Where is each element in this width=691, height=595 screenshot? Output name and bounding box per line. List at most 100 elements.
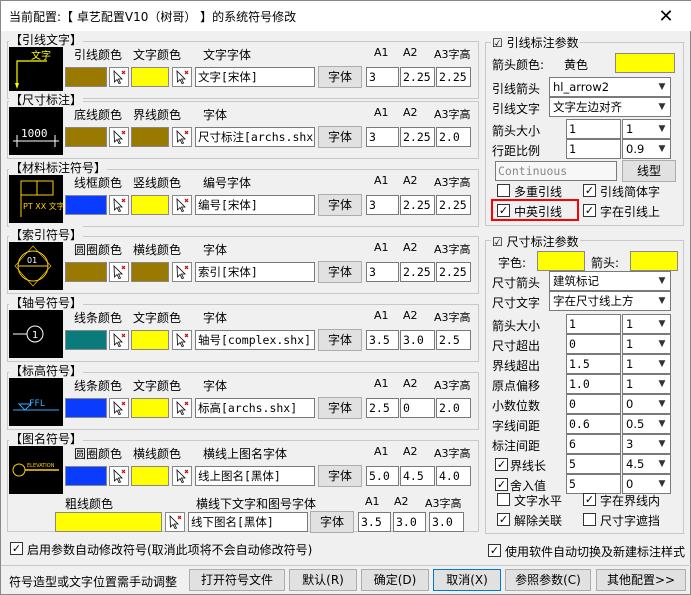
cn-en-leader-checkbox[interactable]: ✓ [497, 204, 510, 217]
a1-input[interactable]: 5.0 [366, 466, 399, 486]
a2-input[interactable]: 4.5 [400, 466, 435, 486]
a2-input[interactable]: 2.25 [400, 67, 435, 87]
font-button[interactable]: 字体 [318, 194, 362, 216]
color2-swatch[interactable] [131, 466, 169, 486]
auto-switch-checkbox[interactable]: ✓ [488, 544, 501, 557]
color2-swatch[interactable] [131, 127, 169, 147]
font-input[interactable]: 索引[宋体] [195, 262, 315, 282]
font-input[interactable]: 编号[宋体] [195, 195, 315, 215]
color1-swatch[interactable] [65, 262, 107, 282]
a3-input[interactable]: 2.0 [436, 398, 471, 418]
a3-input[interactable]: 2.25 [436, 195, 471, 215]
dim-row-select[interactable]: 1 ▼ [622, 334, 671, 354]
a1-input[interactable]: 2.5 [366, 398, 399, 418]
a1-input[interactable]: 3 [366, 127, 399, 147]
color2-swatch[interactable] [131, 67, 169, 87]
dim-row-input[interactable]: 1 [566, 314, 621, 334]
color-picker-icon[interactable] [109, 195, 129, 215]
dim-row-input[interactable]: 5 [566, 474, 621, 494]
dim-row-select[interactable]: 0.5 ▼ [622, 414, 671, 434]
a3-input[interactable]: 2.25 [436, 67, 471, 87]
text-horizontal-checkbox[interactable] [497, 493, 510, 506]
color-picker-icon[interactable] [109, 127, 129, 147]
font-button[interactable]: 字体 [318, 465, 362, 487]
cancel-button[interactable]: 取消(X) [433, 569, 501, 591]
dim-row-input[interactable]: 1.5 [566, 354, 621, 374]
color-picker-icon[interactable] [172, 195, 192, 215]
a3-input[interactable]: 2.5 [436, 330, 471, 350]
text-on-leader-checkbox[interactable]: ✓ [583, 204, 596, 217]
thick-line-color-swatch[interactable] [55, 512, 162, 532]
b3-input[interactable]: 3.0 [429, 512, 464, 532]
font-input[interactable]: 线上图名[黑体] [195, 466, 315, 486]
a2-input[interactable]: 2.25 [400, 195, 435, 215]
dim-arrow-type-select[interactable]: 建筑标记 ▼ [549, 271, 671, 291]
leader-text-select[interactable]: 文字左边对齐 ▼ [549, 97, 671, 117]
font-input[interactable]: 文字[宋体] [195, 67, 315, 87]
line-spacing-select[interactable]: 0.9 ▼ [622, 139, 671, 159]
a2-input[interactable]: 2.25 [400, 262, 435, 282]
a3-input[interactable]: 2.25 [436, 262, 471, 282]
auto-modify-checkbox[interactable]: ✓ [10, 542, 23, 555]
font-button[interactable]: 字体 [310, 511, 354, 533]
color1-swatch[interactable] [65, 330, 107, 350]
dim-arrow-color-swatch[interactable] [630, 251, 678, 271]
dim-row-checkbox[interactable]: ✓ [495, 458, 508, 471]
a1-input[interactable]: 3 [366, 195, 399, 215]
a2-input[interactable]: 3.0 [400, 330, 435, 350]
leader-simplified-checkbox[interactable]: ✓ [583, 184, 596, 197]
a2-input[interactable]: 2.25 [400, 127, 435, 147]
color-picker-icon[interactable] [172, 67, 192, 87]
dim-row-select[interactable]: 4.5 ▼ [622, 454, 671, 474]
dim-row-select[interactable]: 1 ▼ [622, 354, 671, 374]
color-picker-icon[interactable] [172, 466, 192, 486]
font-button[interactable]: 字体 [318, 397, 362, 419]
color1-swatch[interactable] [65, 398, 107, 418]
font-button[interactable]: 字体 [318, 66, 362, 88]
color1-swatch[interactable] [65, 127, 107, 147]
dim-row-select[interactable]: 1 ▼ [622, 374, 671, 394]
a3-input[interactable]: 4.0 [436, 466, 471, 486]
color-picker-icon[interactable] [172, 398, 192, 418]
color2-swatch[interactable] [131, 195, 169, 215]
dim-row-select[interactable]: 0 ▼ [622, 474, 671, 494]
a2-input[interactable]: 0 [400, 398, 435, 418]
a1-input[interactable]: 3 [366, 67, 399, 87]
dim-text-pos-select[interactable]: 字在尺寸线上方 ▼ [549, 291, 671, 311]
color-picker-icon[interactable] [109, 262, 129, 282]
text-inside-ext-checkbox[interactable]: ✓ [583, 493, 596, 506]
arrow-size-select[interactable]: 1 ▼ [622, 119, 671, 139]
dim-text-color-swatch[interactable] [537, 251, 585, 271]
color-picker-icon[interactable] [172, 127, 192, 147]
b1-input[interactable]: 3.5 [358, 512, 391, 532]
font-button[interactable]: 字体 [318, 329, 362, 351]
font-input[interactable]: 标高[archs.shx] [195, 398, 315, 418]
color-picker-icon[interactable] [109, 398, 129, 418]
a3-input[interactable]: 2.0 [436, 127, 471, 147]
dim-row-select[interactable]: 0 ▼ [622, 394, 671, 414]
dim-row-input[interactable]: 0.6 [566, 414, 621, 434]
font-input[interactable]: 轴号[complex.shx] [195, 330, 315, 350]
color-picker-icon[interactable] [172, 262, 192, 282]
color-picker-icon[interactable] [109, 466, 129, 486]
dim-row-input[interactable]: 1.0 [566, 374, 621, 394]
arrow-size-input[interactable]: 1 [566, 119, 621, 139]
linetype-input[interactable]: Continuous [495, 161, 617, 181]
a1-input[interactable]: 3.5 [366, 330, 399, 350]
ok-button[interactable]: 确定(D) [361, 569, 429, 591]
color1-swatch[interactable] [65, 195, 107, 215]
dim-row-input[interactable]: 0 [566, 394, 621, 414]
more-config-button[interactable]: 其他配置>> [596, 569, 686, 591]
multi-leader-checkbox[interactable] [497, 184, 510, 197]
color-picker-icon[interactable] [109, 67, 129, 87]
line-spacing-input[interactable]: 1 [566, 139, 621, 159]
a1-input[interactable]: 3 [366, 262, 399, 282]
font-button[interactable]: 字体 [318, 126, 362, 148]
color1-swatch[interactable] [65, 67, 107, 87]
default-button[interactable]: 默认(R) [289, 569, 357, 591]
dim-row-checkbox[interactable]: ✓ [495, 478, 508, 491]
arrow-color-swatch[interactable] [615, 53, 675, 73]
color-picker-icon[interactable] [109, 330, 129, 350]
dim-text-mask-checkbox[interactable] [583, 513, 596, 526]
font-button[interactable]: 字体 [318, 261, 362, 283]
